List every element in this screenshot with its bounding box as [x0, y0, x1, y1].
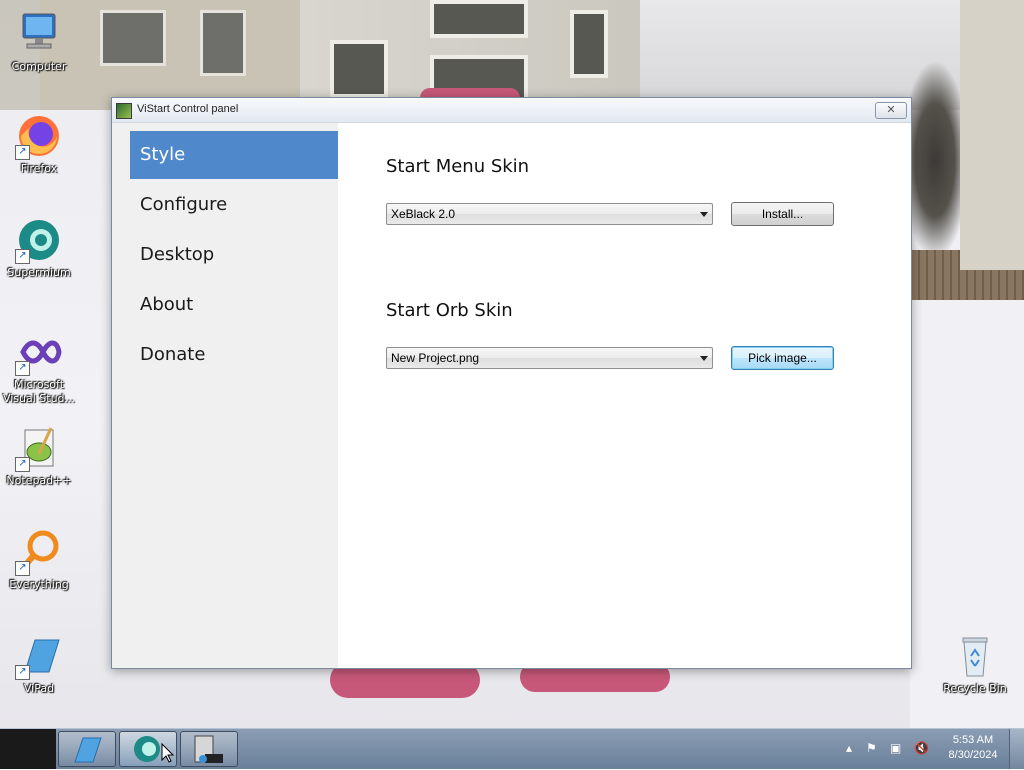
shortcut-arrow-icon: ↗ [15, 361, 30, 376]
control-panel-icon [194, 735, 223, 763]
window-title: ViStart Control panel [137, 103, 239, 115]
action-center-flag-icon[interactable]: ⚑ [866, 741, 877, 755]
start-orb-skin-heading: Start Orb Skin [386, 300, 513, 321]
taskbar: ▴ ⚑ ▣ 🔇 5:53 AM 8/30/2024 [0, 728, 1024, 769]
sidebar-item-style[interactable]: Style [130, 131, 338, 179]
supermium-icon: ↗ [15, 216, 63, 264]
desktop-icon-everything[interactable]: ↗ Everything [1, 528, 77, 592]
sidebar-item-label: Donate [140, 344, 206, 365]
clock-date: 8/30/2024 [948, 749, 998, 761]
desktop-icon-vipad[interactable]: ↗ ViPad [1, 632, 77, 696]
sidebar: Style Configure Desktop About Donate [112, 123, 338, 668]
pick-image-button[interactable]: Pick image... [731, 346, 834, 370]
desktop-icon-visual-studio[interactable]: ↗ Microsoft Visual Stud... [1, 328, 77, 406]
start-orb-skin-dropdown[interactable]: New Project.png [386, 347, 713, 369]
start-orb-skin-value: New Project.png [391, 351, 480, 365]
supermium-icon [134, 736, 175, 763]
firefox-icon: ↗ [15, 112, 63, 160]
window-titlebar[interactable]: ViStart Control panel ✕ [112, 98, 911, 123]
notepadpp-icon: ↗ [15, 424, 63, 472]
desktop-icon-firefox[interactable]: ↗ Firefox [1, 112, 77, 176]
close-icon: ✕ [886, 103, 896, 116]
volume-muted-icon[interactable]: 🔇 [914, 741, 929, 755]
everything-icon: ↗ [15, 528, 63, 576]
desktop-icon-label: Everything [9, 578, 69, 591]
desktop-icon-supermium[interactable]: ↗ Supermium [1, 216, 77, 280]
recycle-bin-icon [951, 632, 999, 680]
app-icon [116, 103, 132, 119]
close-button[interactable]: ✕ [875, 102, 907, 119]
visual-studio-icon: ↗ [15, 328, 63, 376]
taskbar-item-supermium[interactable] [119, 731, 177, 767]
control-panel-window: ViStart Control panel ✕ Style Configure … [111, 97, 912, 669]
start-menu-skin-heading: Start Menu Skin [386, 156, 530, 177]
shortcut-arrow-icon: ↗ [15, 665, 30, 680]
start-menu-skin-dropdown[interactable]: XeBlack 2.0 [386, 203, 713, 225]
desktop-icon-label: Recycle Bin [943, 682, 1007, 695]
shortcut-arrow-icon: ↗ [15, 145, 30, 160]
chevron-down-icon [700, 356, 708, 361]
desktop-icon-label: Notepad++ [6, 474, 72, 487]
desktop-icon-label: Firefox [20, 162, 58, 175]
desktop-icon-recycle-bin[interactable]: Recycle Bin [937, 632, 1013, 696]
install-button[interactable]: Install... [731, 202, 834, 226]
vipad-icon: ↗ [15, 632, 63, 680]
taskbar-item-vistart-control-panel[interactable] [180, 731, 238, 767]
shortcut-arrow-icon: ↗ [15, 561, 30, 576]
clock-time: 5:53 AM [952, 734, 994, 746]
desktop-icon-notepadpp[interactable]: ↗ Notepad++ [1, 424, 77, 488]
start-button[interactable] [0, 729, 56, 769]
taskbar-clock[interactable]: 5:53 AM 8/30/2024 [940, 733, 1006, 763]
taskbar-item-vipad[interactable] [58, 731, 116, 767]
start-menu-skin-value: XeBlack 2.0 [391, 207, 456, 221]
sidebar-item-label: Style [140, 144, 186, 165]
sidebar-item-about[interactable]: About [130, 281, 338, 329]
sidebar-item-configure[interactable]: Configure [130, 181, 338, 229]
style-panel: Start Menu Skin XeBlack 2.0 Install... S… [338, 123, 911, 668]
desktop-icon-label: Microsoft Visual Stud... [2, 378, 76, 405]
desktop-icon-label: Supermium [7, 266, 71, 279]
sidebar-item-label: Configure [140, 194, 228, 215]
show-desktop-button[interactable] [1009, 729, 1024, 769]
computer-icon [15, 10, 63, 58]
show-hidden-icon[interactable]: ▴ [846, 741, 852, 755]
sidebar-item-label: About [140, 294, 194, 315]
shortcut-arrow-icon: ↗ [15, 249, 30, 264]
wallpaper-house [960, 0, 1024, 270]
desktop-icon-label: ViPad [23, 682, 55, 695]
network-icon[interactable]: ▣ [890, 741, 901, 755]
sidebar-item-label: Desktop [140, 244, 215, 265]
desktop-icon-label: Computer [11, 60, 67, 73]
sidebar-item-donate[interactable]: Donate [130, 331, 338, 379]
vipad-icon [74, 737, 102, 763]
chevron-down-icon [700, 212, 708, 217]
desktop-icon-computer[interactable]: Computer [1, 10, 77, 74]
shortcut-arrow-icon: ↗ [15, 457, 30, 472]
sidebar-item-desktop[interactable]: Desktop [130, 231, 338, 279]
system-tray: ▴ ⚑ ▣ 🔇 [840, 729, 940, 769]
